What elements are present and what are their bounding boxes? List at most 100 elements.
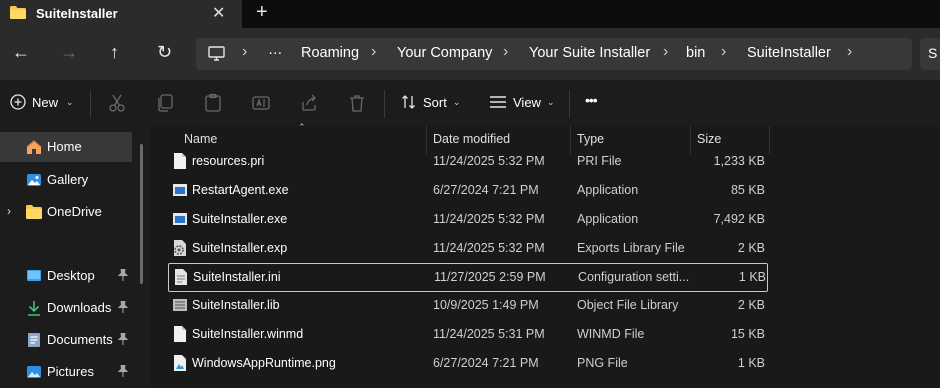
title-bar: SuiteInstaller ✕ + [0,0,940,28]
pin-icon[interactable] [118,365,128,377]
view-icon [490,96,506,108]
forward-button[interactable]: → [60,42,78,62]
gear-file-icon [174,240,186,256]
table-row[interactable]: SuiteInstaller.exe 11/24/2025 5:32 PM Ap… [168,206,768,233]
sidebar-scrollbar[interactable] [140,144,143,284]
column-header-name[interactable]: Name [184,132,217,146]
new-tab-button[interactable]: + [256,1,268,24]
new-button[interactable]: New ⌄ [10,94,74,110]
pin-icon[interactable] [118,269,128,281]
pin-icon[interactable] [118,301,128,313]
file-name: RestartAgent.exe [192,183,289,197]
library-file-icon [173,299,187,311]
breadcrumb-separator: › [503,43,509,60]
breadcrumb-suiteinstaller[interactable]: SuiteInstaller [747,45,831,61]
copy-icon[interactable] [155,93,175,113]
sidebar-item-label: Desktop [47,268,95,283]
sidebar-item-label: Documents [47,332,113,347]
column-header-size[interactable]: Size [697,132,721,146]
file-size: 2 KB [737,241,765,255]
sidebar-item-onedrive[interactable]: › OneDrive [0,197,132,227]
pin-icon[interactable] [118,333,128,345]
file-date: 11/24/2025 5:32 PM [433,241,545,255]
breadcrumb-roaming[interactable]: Roaming [301,45,359,61]
table-row[interactable]: RestartAgent.exe 6/27/2024 7:21 PM Appli… [168,177,768,204]
file-name: WindowsAppRuntime.png [192,356,336,370]
sidebar-item-label: Gallery [47,172,89,187]
navigation-pane: Home Gallery › OneDrive Desktop Download… [0,126,150,388]
sort-ascending-icon: ⌃ [298,122,306,132]
file-size: 7,492 KB [713,212,765,226]
sidebar-item-gallery[interactable]: Gallery [0,165,132,195]
home-icon [26,140,42,154]
toolbar-divider [384,90,385,118]
sidebar-item-downloads[interactable]: Downloads [0,293,132,323]
view-label: View [513,94,541,110]
sidebar-item-documents[interactable]: Documents [0,325,132,355]
breadcrumb-separator: › [847,43,853,60]
sidebar-item-pictures[interactable]: Pictures [0,357,132,387]
sort-button[interactable]: Sort ⌄ [401,94,460,110]
breadcrumb-overflow-button[interactable]: … [268,42,283,58]
search-placeholder: S [928,45,938,61]
file-size: 2 KB [737,298,765,312]
column-header-date[interactable]: Date modified [433,132,510,146]
breadcrumb-separator: › [663,43,669,60]
share-icon[interactable] [299,93,319,113]
file-date: 11/24/2025 5:31 PM [433,327,545,341]
folder-icon [26,205,42,219]
sidebar-item-label: Home [47,139,82,154]
table-row-selected[interactable]: SuiteInstaller.ini 11/27/2025 2:59 PM Co… [168,263,768,292]
file-type: PRI File [577,154,622,168]
view-button[interactable]: View ⌄ [489,94,555,110]
image-file-icon [174,355,186,371]
download-icon [28,301,40,316]
address-bar[interactable]: › … Roaming › Your Company › Your Suite … [196,38,912,70]
toolbar-divider [569,90,570,118]
back-button[interactable]: ← [12,42,30,62]
plus-circle-icon [10,94,26,110]
sidebar-item-label: Downloads [47,300,112,315]
tab-suiteinstaller[interactable]: SuiteInstaller ✕ [0,0,242,28]
cut-icon[interactable] [107,93,127,113]
folder-icon [10,6,26,19]
breadcrumb-separator: › [721,43,727,60]
refresh-button[interactable]: ↻ [157,42,172,62]
file-type: Application [577,183,639,197]
file-size: 85 KB [730,183,765,197]
config-file-icon [175,269,187,285]
documents-icon [28,333,40,347]
close-tab-icon[interactable]: ✕ [212,3,225,23]
file-icon [174,326,186,342]
chevron-down-icon: ⌄ [452,96,461,107]
breadcrumb-separator: › [371,43,377,60]
breadcrumb-your-suite-installer[interactable]: Your Suite Installer [529,45,650,61]
rename-icon[interactable] [251,93,271,113]
table-row[interactable]: SuiteInstaller.winmd 11/24/2025 5:31 PM … [168,321,768,348]
delete-icon[interactable] [347,93,367,113]
more-options-button[interactable]: ••• [585,92,598,108]
table-row[interactable]: resources.pri 11/24/2025 5:32 PM PRI Fil… [168,148,768,175]
command-bar: New ⌄ Sort ⌄ View ⌄ ••• [0,80,940,127]
breadcrumb-your-company[interactable]: Your Company [397,45,492,61]
expand-chevron-icon[interactable]: › [7,204,11,218]
column-header-type[interactable]: Type [577,132,604,146]
chevron-down-icon: ⌄ [66,96,74,107]
file-size: 1 KB [737,356,765,370]
new-button-label: New [32,94,59,110]
table-row[interactable]: SuiteInstaller.lib 10/9/2025 1:49 PM Obj… [168,292,768,319]
table-row[interactable]: WindowsAppRuntime.png 6/27/2024 7:21 PM … [168,350,768,377]
paste-icon[interactable] [203,93,223,113]
sidebar-item-label: Pictures [47,364,94,379]
sidebar-item-home[interactable]: Home [0,132,132,162]
pictures-icon [27,366,41,378]
navigation-bar: ← → ↑ ↻ › … Roaming › Your Company › You… [0,28,940,80]
file-date: 10/9/2025 1:49 PM [433,298,539,312]
up-button[interactable]: ↑ [110,42,119,62]
column-divider[interactable] [769,126,770,154]
chevron-down-icon: ⌄ [546,96,555,107]
table-row[interactable]: SuiteInstaller.exp 11/24/2025 5:32 PM Ex… [168,235,768,262]
sidebar-item-desktop[interactable]: Desktop [0,261,132,291]
breadcrumb-bin[interactable]: bin [686,45,705,61]
sort-label: Sort [423,94,447,110]
